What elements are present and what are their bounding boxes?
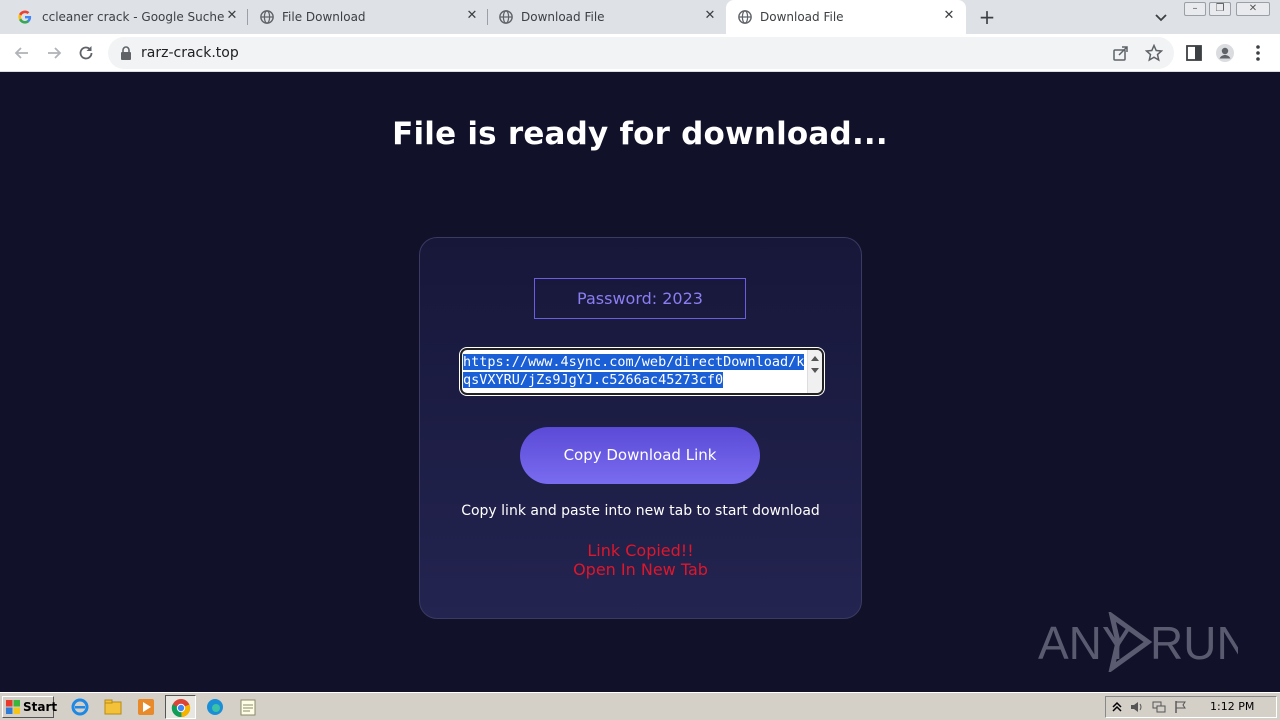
chevron-down-icon[interactable] <box>1153 9 1169 25</box>
start-label: Start <box>23 700 58 714</box>
file-explorer-icon[interactable] <box>103 697 123 717</box>
chrome-icon <box>171 699 191 718</box>
tab-file-download[interactable]: File Download ✕ <box>248 0 488 34</box>
tab-title: Download File <box>521 10 605 24</box>
close-tab-icon[interactable]: ✕ <box>702 8 718 24</box>
download-link-text[interactable]: https://www.4sync.com/web/directDownload… <box>463 353 808 389</box>
tab-download-file[interactable]: Download File ✕ <box>488 0 726 34</box>
open-new-tab-text: Open In New Tab <box>573 560 708 579</box>
network-icon[interactable] <box>1152 700 1166 714</box>
close-tab-icon[interactable]: ✕ <box>464 8 480 24</box>
media-player-icon[interactable] <box>136 697 156 717</box>
windows-flag-icon <box>6 700 20 714</box>
notepad-icon[interactable] <box>238 697 258 717</box>
anyrun-watermark-logo: ANY RUN <box>1038 612 1238 672</box>
side-panel-icon[interactable] <box>1184 43 1204 63</box>
chrome-taskbar-button[interactable] <box>165 695 196 719</box>
taskbar-clock[interactable]: 1:12 PM <box>1210 700 1254 713</box>
close-tab-icon[interactable]: ✕ <box>224 8 240 24</box>
tab-title: Download File <box>760 10 844 24</box>
page-content: File is ready for download... Password: … <box>0 72 1280 692</box>
close-tab-icon[interactable]: ✕ <box>941 8 957 24</box>
profile-avatar-icon[interactable] <box>1215 43 1235 63</box>
download-link-selection: https://www.4sync.com/web/directDownload… <box>463 354 805 388</box>
windows-taskbar: Start 1:12 PM <box>0 692 1280 720</box>
globe-icon <box>260 10 274 24</box>
tab-download-file-active[interactable]: Download File ✕ <box>726 0 966 34</box>
password-box: Password: 2023 <box>534 278 746 319</box>
watermark-right-text: RUN <box>1150 617 1238 669</box>
new-tab-icon[interactable]: + <box>978 7 996 27</box>
scroll-down-icon[interactable] <box>811 368 819 373</box>
tray-expand-icon[interactable] <box>1110 700 1124 714</box>
close-window-icon[interactable]: ✕ <box>1236 2 1270 16</box>
copy-status: Link Copied!! Open In New Tab <box>420 541 861 579</box>
tab-title: ccleaner crack - Google Suche <box>42 10 225 24</box>
globe-icon <box>738 10 752 24</box>
tab-title: File Download <box>282 10 366 24</box>
browser-toolbar: rarz-crack.top <box>0 34 1280 72</box>
instruction-text: Copy link and paste into new tab to star… <box>461 503 820 519</box>
google-icon <box>18 10 32 24</box>
lock-icon[interactable] <box>120 46 132 60</box>
restore-icon[interactable]: ❐ <box>1209 2 1231 16</box>
page-title: File is ready for download... <box>392 116 888 152</box>
start-button[interactable]: Start <box>2 696 58 718</box>
tab-strip: ccleaner crack - Google Suche ✕ File Dow… <box>0 0 1280 34</box>
back-icon[interactable] <box>12 43 32 63</box>
edge-icon[interactable] <box>205 697 225 717</box>
url-text[interactable]: rarz-crack.top <box>141 45 239 61</box>
bookmark-star-icon[interactable] <box>1145 44 1163 62</box>
share-icon[interactable] <box>1112 44 1130 62</box>
volume-icon[interactable] <box>1130 700 1144 714</box>
internet-explorer-icon[interactable] <box>70 697 90 717</box>
tab-google-search[interactable]: ccleaner crack - Google Suche ✕ <box>0 0 248 34</box>
download-link-textarea[interactable]: https://www.4sync.com/web/directDownload… <box>460 348 824 395</box>
globe-icon <box>499 10 513 24</box>
more-menu-icon[interactable] <box>1248 43 1268 63</box>
address-bar[interactable]: rarz-crack.top <box>108 37 1174 69</box>
scroll-up-icon[interactable] <box>811 356 819 361</box>
system-tray: 1:12 PM <box>1105 696 1277 718</box>
link-copied-text: Link Copied!! <box>587 541 694 560</box>
action-center-flag-icon[interactable] <box>1174 700 1188 714</box>
download-card: Password: 2023 https://www.4sync.com/web… <box>419 237 862 619</box>
forward-icon[interactable] <box>44 43 64 63</box>
minimize-icon[interactable]: – <box>1184 2 1206 16</box>
reload-icon[interactable] <box>76 43 96 63</box>
copy-download-link-button[interactable]: Copy Download Link <box>520 427 760 484</box>
textarea-scrollbar[interactable] <box>807 350 822 393</box>
